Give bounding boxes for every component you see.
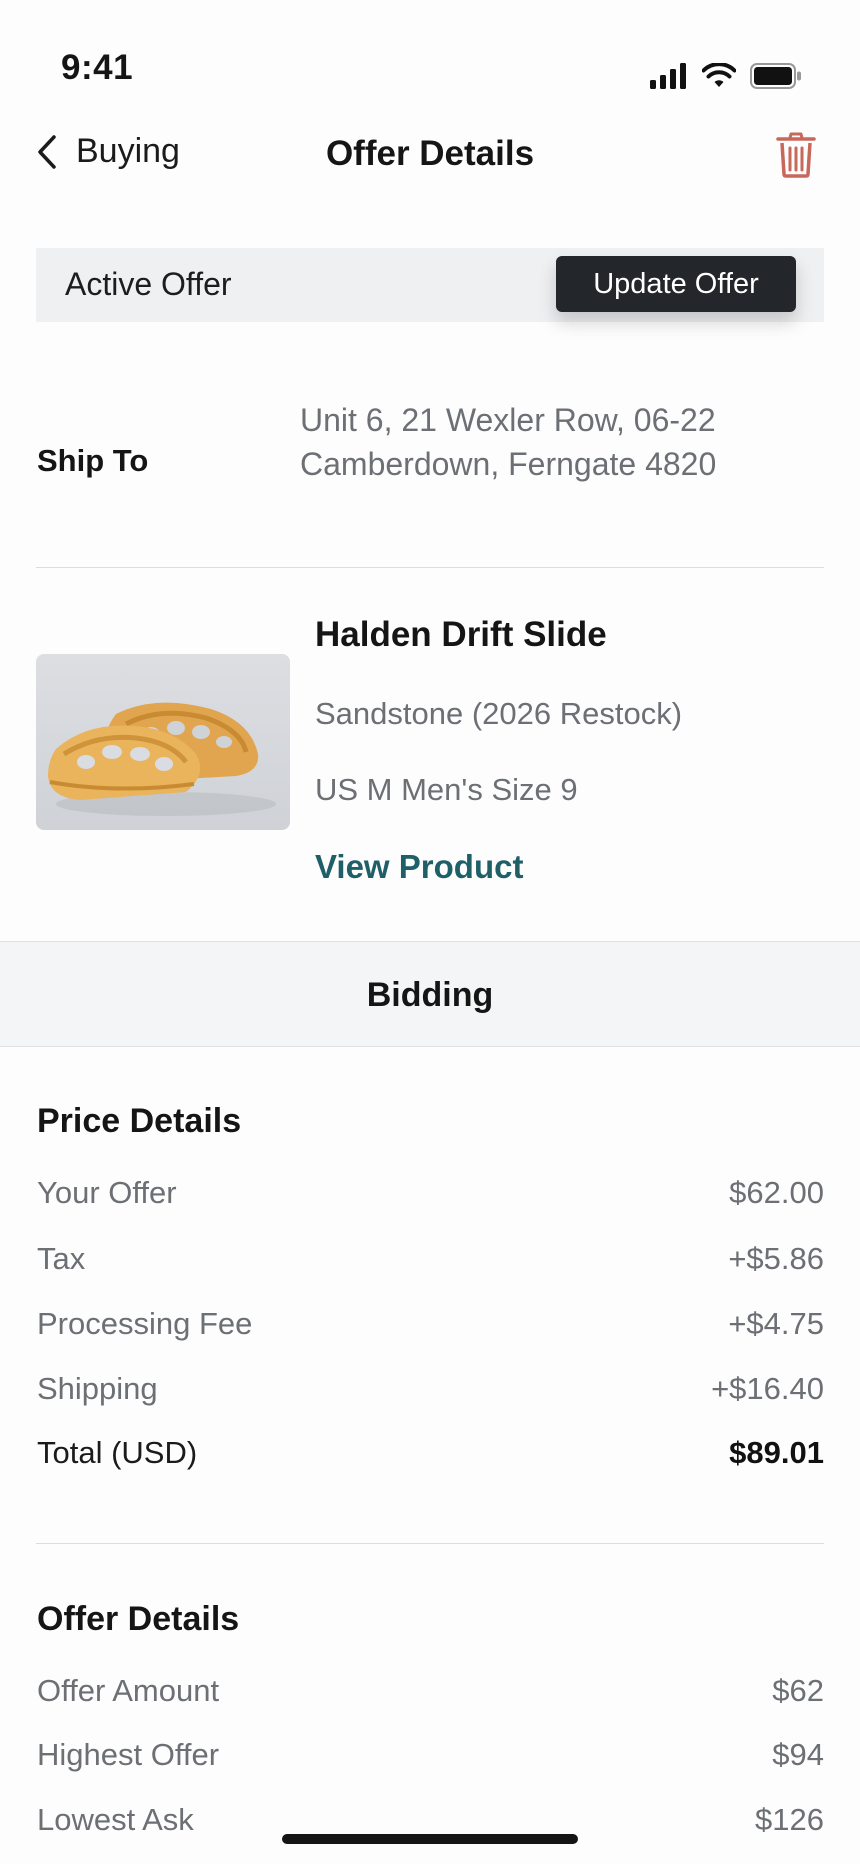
status-time: 9:41: [61, 48, 134, 87]
cellular-signal-icon: [650, 63, 686, 89]
price-row-value: +$16.40: [711, 1371, 824, 1406]
price-row-label: Tax: [37, 1241, 86, 1276]
price-row-label: Your Offer: [37, 1175, 177, 1210]
update-offer-button[interactable]: Update Offer: [556, 256, 796, 312]
product-size: US M Men's Size 9: [315, 772, 578, 807]
divider: [36, 567, 824, 568]
price-row-value: +$4.75: [728, 1306, 824, 1341]
offer-details-title: Offer Details: [37, 1600, 240, 1638]
slide-sandal-image: [48, 702, 276, 816]
price-row-label: Shipping: [37, 1371, 158, 1406]
view-product-link[interactable]: View Product: [315, 848, 523, 886]
trash-icon: [776, 132, 816, 178]
ship-address-line1: Unit 6, 21 Wexler Row, 06-22: [300, 402, 716, 438]
price-details-title: Price Details: [37, 1102, 242, 1140]
bidding-label: Bidding: [366, 976, 494, 1014]
product-image: [36, 654, 290, 830]
delete-button[interactable]: [776, 132, 816, 183]
price-row-value: $62.00: [729, 1175, 824, 1210]
active-offer-banner: Active Offer Update Offer: [36, 248, 824, 322]
offer-row-value: $94: [772, 1737, 824, 1772]
product-colorway: Sandstone (2026 Restock): [315, 696, 683, 731]
product-name: Halden Drift Slide: [315, 615, 607, 654]
divider: [36, 1543, 824, 1544]
battery-icon: [750, 63, 801, 89]
home-indicator: [282, 1834, 578, 1844]
offer-row-label: Highest Offer: [37, 1737, 220, 1772]
total-value: $89.01: [729, 1435, 824, 1470]
ship-address-line2: Camberdown, Ferngate 4820: [300, 446, 717, 482]
ship-to-label: Ship To: [37, 443, 149, 478]
offer-row-label: Offer Amount: [37, 1673, 220, 1708]
price-row-value: +$5.86: [728, 1241, 824, 1276]
offer-row-label: Lowest Ask: [37, 1802, 194, 1837]
page-title: Offer Details: [325, 134, 535, 173]
total-label: Total (USD): [37, 1435, 198, 1470]
bidding-tab[interactable]: Bidding: [0, 941, 860, 1047]
offer-row-value: $62: [772, 1673, 824, 1708]
price-row-label: Processing Fee: [37, 1306, 253, 1341]
status-icons: [650, 60, 802, 92]
wifi-icon: [702, 63, 736, 87]
active-offer-label: Active Offer: [65, 266, 232, 302]
offer-row-value: $126: [755, 1802, 824, 1837]
